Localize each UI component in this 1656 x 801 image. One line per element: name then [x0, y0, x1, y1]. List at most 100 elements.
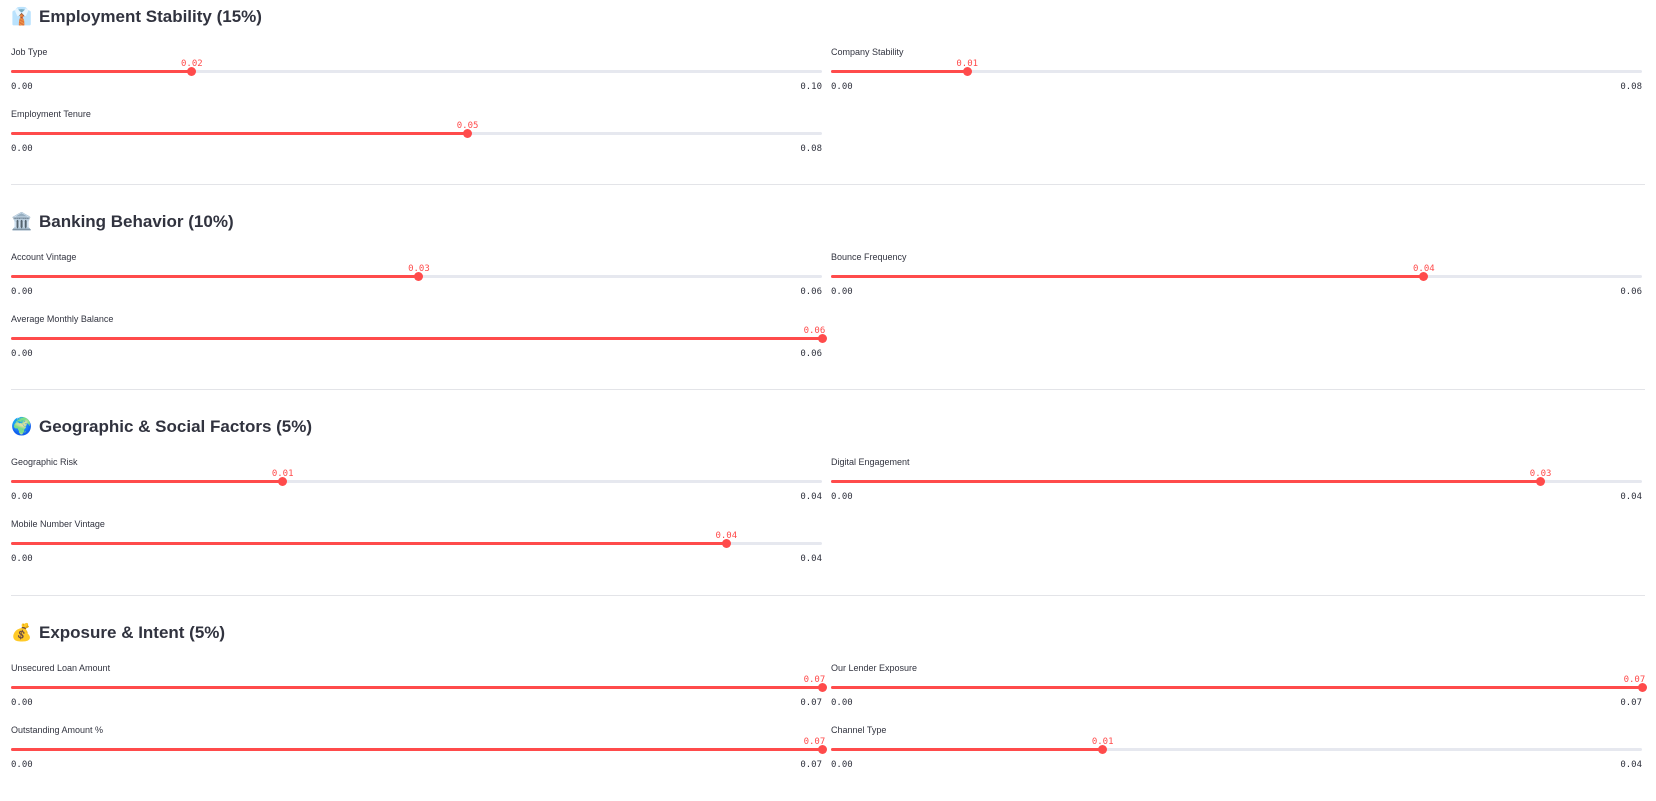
slider-track[interactable] — [11, 67, 822, 76]
slider-min-value: 0.00 — [11, 698, 33, 708]
slider-min-value: 0.00 — [11, 82, 33, 92]
slider-track[interactable] — [831, 67, 1642, 76]
slider-job-type[interactable]: Job Type 0.02 0.00 0.10 — [11, 47, 822, 99]
slider-outstanding-amount[interactable]: Outstanding Amount % 0.07 0.00 0.07 — [11, 725, 827, 777]
section-header: 💰 Exposure & Intent (5%) — [11, 621, 225, 645]
slider-max-value: 0.07 — [800, 760, 822, 770]
slider-current-value: 0.04 — [715, 531, 738, 541]
slider-track[interactable] — [11, 477, 822, 486]
slider-current-value: 0.01 — [956, 59, 979, 69]
slider-label: Job Type — [11, 47, 48, 57]
slider-current-value: 0.02 — [181, 59, 203, 69]
slider-label: Average Monthly Balance — [11, 314, 114, 324]
section-header: 🌍 Geographic & Social Factors (5%) — [11, 415, 312, 439]
slider-track[interactable] — [11, 539, 822, 548]
slider-track[interactable] — [831, 477, 1642, 486]
slider-fill — [11, 480, 283, 483]
slider-fill — [11, 542, 727, 545]
slider-employment-tenure[interactable]: Employment Tenure 0.05 0.00 0.08 — [11, 109, 822, 161]
slider-current-value: 0.07 — [1623, 675, 1646, 685]
slider-geographic-risk[interactable]: Geographic Risk 0.01 0.00 0.04 — [11, 457, 822, 509]
slider-fill — [11, 686, 822, 689]
slider-max-value: 0.04 — [1620, 492, 1642, 502]
slider-bounce-frequency[interactable]: Bounce Frequency 0.04 0.00 0.06 — [831, 252, 1642, 304]
slider-digital-engagement[interactable]: Digital Engagement 0.03 0.00 0.04 — [831, 457, 1642, 509]
slider-track[interactable] — [831, 272, 1642, 281]
slider-fill — [11, 748, 822, 751]
slider-label: Account Vintage — [11, 252, 77, 262]
section-header: 🏛️ Banking Behavior (10%) — [11, 210, 234, 234]
slider-track[interactable] — [11, 683, 827, 692]
slider-track[interactable] — [11, 745, 827, 754]
slider-label: Company Stability — [831, 47, 904, 57]
slider-track[interactable] — [11, 272, 822, 281]
slider-current-value: 0.03 — [1529, 469, 1552, 479]
section-header: 👔 Employment Stability (15%) — [11, 5, 262, 29]
section-exposure-intent: 💰 Exposure & Intent (5%) Unsecured Loan Am… — [11, 621, 1647, 791]
section-title: Employment Stability (15%) — [39, 7, 262, 26]
slider-unsecured-loan-amount[interactable]: Unsecured Loan Amount 0.07 0.00 0.07 — [11, 663, 827, 715]
necktie-icon: 👔 — [11, 7, 33, 27]
slider-current-value: 0.01 — [1091, 737, 1114, 747]
slider-max-value: 0.06 — [800, 287, 822, 297]
slider-fill — [831, 275, 1424, 278]
slider-min-value: 0.00 — [831, 492, 853, 502]
slider-max-value: 0.10 — [800, 82, 822, 92]
section-divider — [11, 184, 1645, 185]
slider-fill — [831, 70, 968, 73]
section-divider — [11, 595, 1645, 596]
section-divider — [11, 389, 1645, 390]
section-title: Geographic & Social Factors (5%) — [39, 417, 313, 436]
section-title: Exposure & Intent (5%) — [39, 623, 226, 642]
slider-label: Mobile Number Vintage — [11, 519, 105, 529]
slider-min-value: 0.00 — [11, 144, 33, 154]
slider-label: Outstanding Amount % — [11, 725, 104, 735]
section-employment-stability: 👔 Employment Stability (15%) Job Type 0.02 0… — [11, 5, 1642, 175]
slider-current-value: 0.03 — [408, 264, 430, 274]
slider-min-value: 0.00 — [11, 554, 33, 564]
slider-label: Employment Tenure — [11, 109, 91, 119]
slider-channel-type[interactable]: Channel Type 0.01 0.00 0.04 — [831, 725, 1642, 777]
slider-min-value: 0.00 — [831, 287, 853, 297]
slider-fill — [11, 132, 468, 135]
slider-current-value: 0.07 — [803, 675, 826, 685]
slider-label: Channel Type — [831, 725, 887, 735]
slider-label: Unsecured Loan Amount — [11, 663, 111, 673]
slider-current-value: 0.04 — [1412, 264, 1435, 274]
slider-fill — [11, 337, 822, 340]
slider-max-value: 0.08 — [800, 144, 822, 154]
slider-max-value: 0.06 — [800, 349, 822, 359]
slider-max-value: 0.04 — [800, 554, 822, 564]
slider-max-value: 0.06 — [1620, 287, 1642, 297]
slider-fill — [831, 748, 1103, 751]
slider-account-vintage[interactable]: Account Vintage 0.03 0.00 0.06 — [11, 252, 822, 304]
slider-min-value: 0.00 — [831, 760, 853, 770]
slider-track[interactable] — [11, 129, 822, 138]
slider-max-value: 0.04 — [800, 492, 822, 502]
section-title: Banking Behavior (10%) — [39, 212, 234, 231]
slider-our-lender-exposure[interactable]: Our Lender Exposure 0.07 0.00 0.07 — [831, 663, 1647, 715]
section-banking-behavior: 🏛️ Banking Behavior (10%) Account Vintage 0… — [11, 210, 1642, 380]
slider-fill — [831, 480, 1541, 483]
slider-fill — [11, 70, 192, 73]
slider-current-value: 0.05 — [456, 121, 479, 131]
slider-label: Digital Engagement — [831, 457, 910, 467]
slider-fill — [831, 686, 1642, 689]
slider-min-value: 0.00 — [831, 698, 853, 708]
slider-label: Geographic Risk — [11, 457, 78, 467]
bank-icon: 🏛️ — [11, 212, 33, 232]
slider-max-value: 0.04 — [1620, 760, 1642, 770]
slider-min-value: 0.00 — [11, 760, 33, 770]
slider-label: Bounce Frequency — [831, 252, 907, 262]
slider-track[interactable] — [831, 745, 1642, 754]
slider-mobile-number-vintage[interactable]: Mobile Number Vintage 0.04 0.00 0.04 — [11, 519, 822, 571]
slider-min-value: 0.00 — [11, 492, 33, 502]
slider-fill — [11, 275, 419, 278]
slider-track[interactable] — [11, 334, 827, 343]
slider-average-monthly-balance[interactable]: Average Monthly Balance 0.06 0.00 0.06 — [11, 314, 827, 366]
slider-company-stability[interactable]: Company Stability 0.01 0.00 0.08 — [831, 47, 1642, 99]
slider-max-value: 0.08 — [1620, 82, 1642, 92]
slider-track[interactable] — [831, 683, 1647, 692]
slider-min-value: 0.00 — [831, 82, 853, 92]
slider-max-value: 0.07 — [1620, 698, 1642, 708]
